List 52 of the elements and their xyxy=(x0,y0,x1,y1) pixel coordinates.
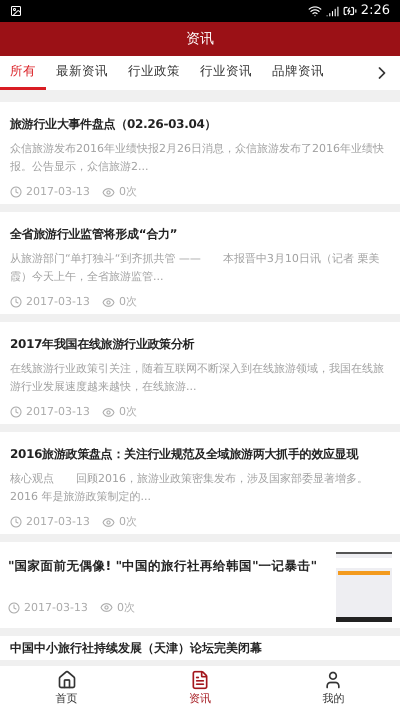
home-icon xyxy=(56,670,77,690)
eye-icon xyxy=(102,406,115,419)
article-title: 中国中小旅行社持续发展（天津）论坛完美闭幕 xyxy=(10,640,263,657)
article-card[interactable]: 中国中小旅行社持续发展（天津）论坛完美闭幕 xyxy=(0,636,400,660)
article-title: 旅游行业大事件盘点（02.26-03.04） xyxy=(10,116,218,133)
clock-icon xyxy=(8,602,20,614)
article-card[interactable]: 2016旅游政策盘点：关注行业规范及全域旅游两大抓手的效应显现 核心观点 回顾2016，旅游业政策密集发布，涉及国家部委显著增多。2016 年是旅游政策制定的... 2017-03-13 0次 xyxy=(0,432,400,534)
view-count: 0次 xyxy=(118,404,137,420)
status-time: 2:26 xyxy=(360,2,390,20)
article-card[interactable]: 全省旅游行业监管将形成“合力” 从旅游部门“单打独斗“到齐抓共管 —— 本报晋中3月10日讯（记者 栗美霞）今天上午，全省旅游监管... 2017-03-13 0次 xyxy=(0,212,400,314)
clock-icon xyxy=(10,516,22,528)
article-summary: 在线旅游行业政策引关注，随着互联网不断深入到在线旅游领域，我国在线旅游行业发展速度越来越快，在线旅游... xyxy=(10,361,385,395)
article-summary: 从旅游部门“单打独斗“到齐抓共管 —— 本报晋中3月10日讯（记者 栗美霞）今天上午，全省旅游监管... xyxy=(10,251,380,285)
document-icon xyxy=(190,670,210,690)
view-count: 0次 xyxy=(118,184,137,200)
article-date: 2017-03-13 xyxy=(26,294,90,310)
article-summary: 众信旅游发布2016年业绩快报2月26日消息，众信旅游发布了2016年业绩快报。公告显示，众信旅游2... xyxy=(10,141,385,175)
article-title: 全省旅游行业监管将形成“合力” xyxy=(10,226,178,243)
view-count: 0次 xyxy=(116,600,135,616)
article-date: 2017-03-13 xyxy=(24,600,88,616)
nav-tab[interactable]: 我的 xyxy=(266,666,400,711)
category-tab[interactable]: 所有 xyxy=(0,56,46,90)
category-tab[interactable]: 行业政策 xyxy=(118,56,190,90)
article-card[interactable]: 2017年我国在线旅游行业政策分析 在线旅游行业政策引关注，随着互联网不断深入到在线旅游领域，我国在线旅游行业发展速度越来越快，在线旅游... 2017-03-13 0次 xyxy=(0,322,400,424)
category-tab[interactable]: 行业资讯 xyxy=(190,56,262,90)
signal-icon xyxy=(326,4,339,18)
article-date: 2017-03-13 xyxy=(26,184,90,200)
eye-icon xyxy=(102,296,115,309)
eye-icon xyxy=(100,601,113,614)
view-count: 0次 xyxy=(118,294,137,310)
nav-tab[interactable]: 资讯 xyxy=(133,666,267,711)
image-icon xyxy=(10,5,22,17)
category-tab[interactable]: 品牌资讯 xyxy=(262,56,334,90)
wifi-icon xyxy=(308,4,322,18)
clock-icon xyxy=(10,296,22,308)
eye-icon xyxy=(102,516,115,529)
category-tab[interactable]: 最新资讯 xyxy=(46,56,118,90)
article-title: "国家面前无偶像! "中国的旅行社再给韩国"一记暴击" xyxy=(8,557,318,575)
article-card[interactable]: 旅游行业大事件盘点（02.26-03.04） 众信旅游发布2016年业绩快报2月26日消息，众信旅游发布了2016年业绩快报。公告显示，众信旅游2... 2017-03-13 0次 xyxy=(0,102,400,204)
article-date: 2017-03-13 xyxy=(26,404,90,420)
battery-icon xyxy=(342,4,357,18)
article-title: 2016旅游政策盘点：关注行业规范及全域旅游两大抓手的效应显现 xyxy=(10,446,360,463)
clock-icon xyxy=(10,406,22,418)
article-card[interactable]: "国家面前无偶像! "中国的旅行社再给韩国"一记暴击" 2017-03-13 0次 xyxy=(0,542,400,628)
view-count: 0次 xyxy=(118,514,137,530)
header-title: 资讯 xyxy=(186,30,214,48)
article-title: 2017年我国在线旅游行业政策分析 xyxy=(10,336,196,353)
article-summary: 核心观点 回顾2016，旅游业政策密集发布，涉及国家部委显著增多。2016 年是旅游政策制定的... xyxy=(10,471,369,505)
article-date: 2017-03-13 xyxy=(26,514,90,530)
clock-icon xyxy=(10,186,22,198)
nav-tab[interactable]: 首页 xyxy=(0,666,134,711)
eye-icon xyxy=(102,186,115,199)
